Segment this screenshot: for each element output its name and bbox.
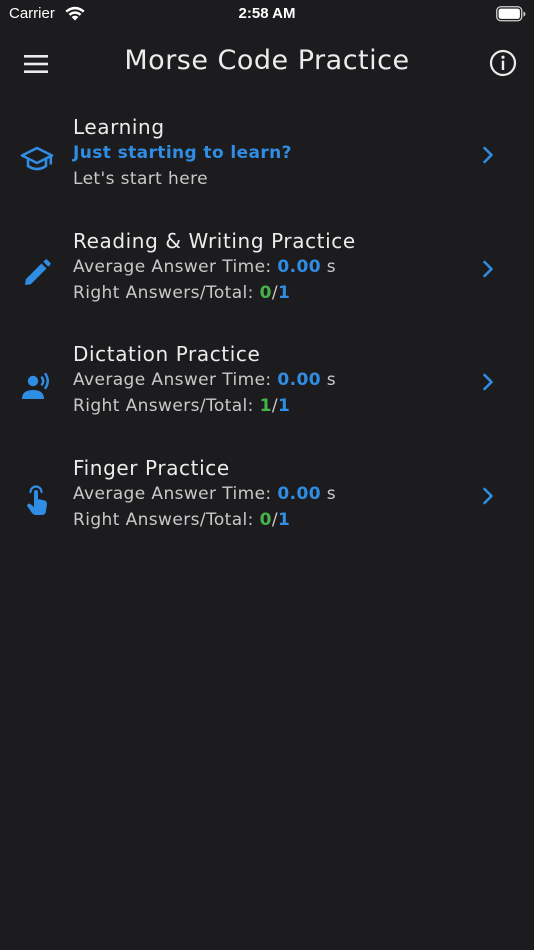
right-answers-line: Right Answers/Total: 0/1	[73, 507, 336, 533]
average-answer-time-value: 0.00	[277, 370, 321, 390]
right-answers-label: Right Answers/Total:	[73, 509, 254, 530]
right-answers-count: 1	[259, 396, 272, 416]
right-answers-label: Right Answers/Total:	[73, 396, 254, 416]
right-answers-count: 0	[259, 282, 272, 303]
row-subtitle: Just starting to learn?	[73, 143, 292, 163]
row-title: Learning	[73, 115, 165, 139]
status-bar: Carrier 2:58 AM	[0, 0, 534, 28]
average-answer-time-unit: s	[326, 256, 336, 277]
average-answer-time-unit: s	[326, 483, 336, 504]
chevron-right-icon	[483, 146, 493, 164]
right-answers-count: 0	[259, 509, 272, 530]
total-answers-count: 1	[278, 509, 291, 530]
list-item-reading-writing-practice[interactable]: Reading & Writing Practice Average Answe…	[0, 226, 534, 340]
chevron-right-icon	[483, 487, 493, 504]
reading-writing-text: Reading & Writing Practice Average Answe…	[73, 228, 356, 306]
total-answers-count: 1	[278, 282, 291, 303]
list-item-dictation-practice[interactable]: Dictation Practice Average Answer Time: …	[0, 339, 534, 453]
right-answers-line: Right Answers/Total: 0/1	[73, 280, 356, 306]
page-title: Morse Code Practice	[124, 45, 410, 76]
average-answer-time-label: Average Answer Time:	[73, 256, 272, 277]
row-title: Reading & Writing Practice	[73, 228, 356, 253]
right-answers-label: Right Answers/Total:	[73, 282, 254, 303]
battery-icon	[496, 6, 526, 22]
total-answers-count: 1	[278, 396, 291, 416]
graduation-cap-icon	[20, 146, 54, 171]
practice-list: Learning Just starting to learn? Let's s…	[0, 112, 534, 566]
pencil-icon	[25, 258, 51, 285]
average-answer-time-line: Average Answer Time: 0.00 s	[73, 254, 356, 280]
chevron-right-icon	[483, 373, 493, 391]
status-time: 2:58 AM	[238, 5, 296, 22]
average-answer-time-line: Average Answer Time: 0.00 s	[73, 367, 336, 393]
average-answer-time-unit: s	[326, 370, 336, 390]
list-item-finger-practice[interactable]: Finger Practice Average Answer Time: 0.0…	[0, 453, 534, 567]
row-description: Let's start here	[73, 169, 208, 189]
row-title: Dictation Practice	[73, 342, 261, 366]
speaking-person-icon	[22, 372, 49, 399]
info-circle-icon[interactable]	[488, 48, 518, 78]
right-answers-line: Right Answers/Total: 1/1	[73, 393, 336, 419]
finger-tap-icon	[27, 484, 47, 515]
list-item-learning[interactable]: Learning Just starting to learn? Let's s…	[0, 112, 534, 226]
average-answer-time-line: Average Answer Time: 0.00 s	[73, 481, 336, 507]
chevron-right-icon	[483, 260, 493, 277]
average-answer-time-value: 0.00	[277, 256, 321, 277]
average-answer-time-label: Average Answer Time:	[73, 483, 272, 504]
app-screen: Carrier 2:58 AM Morse Code Practice Lear…	[0, 0, 534, 950]
learning-text: Learning Just starting to learn? Let's s…	[73, 114, 292, 192]
average-answer-time-value: 0.00	[277, 483, 321, 504]
average-answer-time-label: Average Answer Time:	[73, 370, 272, 390]
navigation-bar: Morse Code Practice	[0, 36, 534, 92]
dictation-text: Dictation Practice Average Answer Time: …	[73, 341, 336, 419]
row-title: Finger Practice	[73, 455, 230, 480]
finger-text: Finger Practice Average Answer Time: 0.0…	[73, 455, 336, 533]
